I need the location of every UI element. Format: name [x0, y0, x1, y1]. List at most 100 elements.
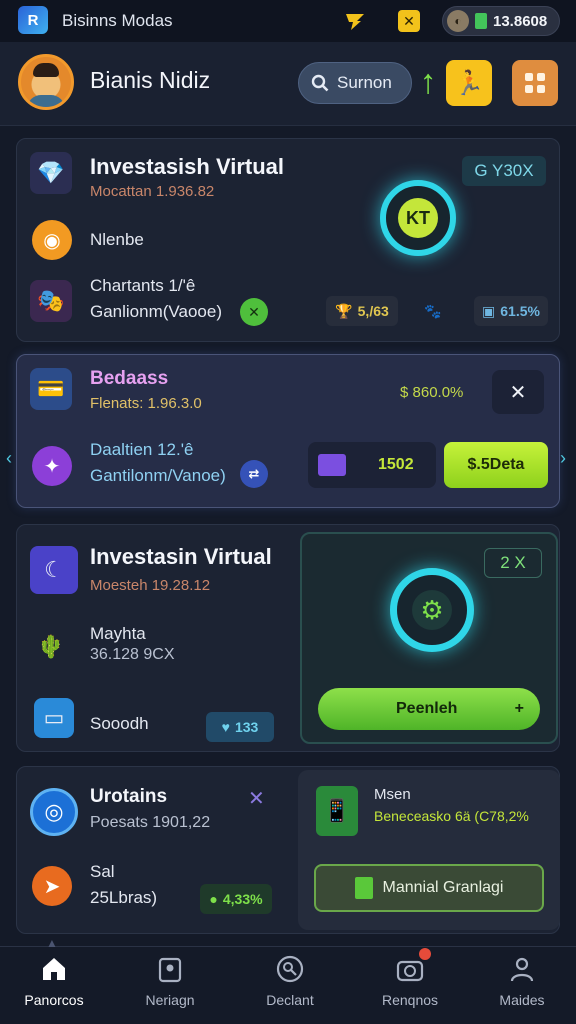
- swap-icon[interactable]: ⇄: [240, 460, 268, 488]
- cactus-icon: 🌵: [37, 634, 65, 659]
- app-logo[interactable]: R: [18, 6, 48, 34]
- card1-badge[interactable]: G Y30X: [462, 156, 546, 186]
- screen-icon: ▭: [34, 698, 74, 738]
- card4-subtitle: Poesats 1901,22: [90, 814, 211, 831]
- card2-title: Bedaass: [90, 368, 169, 389]
- card3-action-label: Peenleh: [396, 700, 458, 717]
- star-badge-icon: ✦: [32, 446, 72, 486]
- card1-title: Investasish Virtual: [90, 154, 285, 179]
- navigate-icon: ➤: [32, 866, 72, 906]
- progress-ring-2[interactable]: ⚙: [390, 568, 474, 652]
- card1-row2-title: Chartants 1/'ê: [90, 276, 196, 295]
- card4-row-subtitle: 25Lbras): [90, 888, 158, 907]
- card2-percent-box[interactable]: 1502: [308, 442, 436, 488]
- card1-row1-label: Nlenbe: [90, 230, 144, 249]
- nav-item-search[interactable]: Declant: [240, 952, 340, 1020]
- nav-item-profile[interactable]: Maides: [472, 952, 572, 1020]
- nav-item-badge[interactable]: Neriagn: [120, 952, 220, 1020]
- chevron-right-icon[interactable]: ›: [560, 448, 566, 469]
- wallet-icon: 💳: [30, 368, 72, 410]
- paw-icon: 🐾: [424, 302, 442, 319]
- gear-icon: ⚙: [412, 590, 452, 630]
- balance-value: 13.8608: [493, 12, 548, 30]
- card4-chip-value: 4,33%: [222, 891, 263, 907]
- card2-value: $ 860.0%: [400, 384, 464, 401]
- card3-subtitle: Moesteh 19.28.12: [90, 577, 211, 594]
- card1-chip1[interactable]: 🏆 5,/63: [326, 296, 398, 326]
- card4-action-button[interactable]: Mannial Granlagi: [314, 864, 544, 912]
- card3-row1-subtitle: 36.128 9CX: [90, 646, 175, 663]
- card3-action-button[interactable]: Peenleh +: [318, 688, 540, 730]
- user-icon: [505, 952, 539, 986]
- phone-icon: 📱: [316, 786, 358, 836]
- coin-icon: ◐: [447, 10, 469, 32]
- heart-icon: ♥: [221, 719, 230, 735]
- moon-icon: ☾: [30, 546, 78, 594]
- card3-row2-label: Sooodh: [90, 714, 149, 733]
- nav-label: Maides: [499, 992, 545, 1008]
- card1-chip2[interactable]: ▣ 61.5%: [474, 296, 548, 326]
- growth-icon: ●: [209, 891, 218, 907]
- nav-item-camera[interactable]: Renqnos: [360, 948, 460, 1020]
- progress-ring[interactable]: KT: [380, 180, 456, 256]
- nav-label: Declant: [266, 992, 314, 1008]
- card3-badge[interactable]: 2 X: [484, 548, 542, 578]
- balance-pill[interactable]: ◐ 13.8608: [442, 6, 560, 36]
- doc-icon: [354, 877, 373, 899]
- cash-icon: [475, 13, 487, 29]
- grid-icon: [525, 73, 545, 93]
- lightning-icon[interactable]: [344, 10, 366, 32]
- card2-row-title: Daaltien 12.'ê: [90, 440, 194, 459]
- card3-title: Investasin Virtual: [90, 544, 272, 569]
- nav-label: Renqnos: [381, 992, 439, 1008]
- search-label: Surnon: [337, 73, 392, 92]
- search-icon: [311, 74, 329, 92]
- plus-icon: +: [514, 700, 524, 717]
- target-icon: ◎: [30, 788, 78, 836]
- trophy-icon: 🏆: [335, 302, 353, 319]
- card3-chip-value: 133: [234, 719, 259, 735]
- card4-title: Urotains: [90, 786, 168, 807]
- notification-dot: [419, 948, 431, 960]
- chevron-left-icon[interactable]: ‹: [6, 448, 12, 469]
- card4-action-label: Mannial Granlagi: [382, 879, 504, 896]
- card2-row-subtitle: Gantilonm/Vanoe): [90, 466, 226, 485]
- avatar[interactable]: [18, 54, 74, 110]
- box-icon[interactable]: ✕: [398, 10, 420, 32]
- coin-icon: ◉: [32, 220, 72, 260]
- card3-chip[interactable]: ♥ 133: [206, 712, 274, 742]
- running-button[interactable]: 🏃: [446, 60, 492, 106]
- nav-label: Neriagn: [145, 992, 195, 1008]
- card1-subtitle: Mocattan 1.936.82: [90, 183, 215, 200]
- card2-action-button[interactable]: $.5Deta: [444, 442, 548, 488]
- card3-row1-title: Mayhta: [90, 624, 146, 643]
- search-circle-icon: [273, 952, 307, 986]
- search-button[interactable]: Surnon: [298, 62, 412, 104]
- arrow-up-icon[interactable]: ↑: [418, 60, 438, 104]
- status-title: Bisinns Modas: [62, 11, 173, 30]
- grid-menu-button[interactable]: [512, 60, 558, 106]
- active-indicator: ▲: [46, 936, 58, 950]
- gems-icon: 💎: [30, 152, 72, 194]
- running-icon: 🏃: [454, 69, 484, 97]
- close-icon[interactable]: ✕: [492, 370, 544, 414]
- card2-subtitle: Flenats: 1.96.3.0: [90, 395, 202, 412]
- badge-icon: [153, 952, 187, 986]
- ring-label: KT: [398, 198, 438, 238]
- nav-item-home[interactable]: Panorcos: [4, 952, 104, 1020]
- card4-right-subtitle: Beneceasko 6ä (C78,2%: [374, 808, 529, 824]
- card2-percent: 1502: [378, 456, 414, 473]
- card4-row-title: Sal: [90, 862, 115, 881]
- page-title: Bianis Nidiz: [90, 67, 211, 93]
- card1-chip1-value: 5,/63: [357, 303, 389, 319]
- shield-icon: ▣: [482, 302, 496, 319]
- card4-chip[interactable]: ● 4,33%: [200, 884, 272, 914]
- card4-right-title: Msen: [374, 786, 411, 803]
- nav-label: Panorcos: [24, 992, 84, 1008]
- camera-icon: [393, 948, 431, 986]
- close-icon[interactable]: ✕: [248, 786, 265, 811]
- document-icon: [318, 454, 346, 476]
- leaf-icon[interactable]: ✕: [240, 298, 268, 326]
- card1-row2-subtitle: Ganlionm(Vaooe): [90, 302, 222, 321]
- card1-chip2-value: 61.5%: [500, 303, 540, 319]
